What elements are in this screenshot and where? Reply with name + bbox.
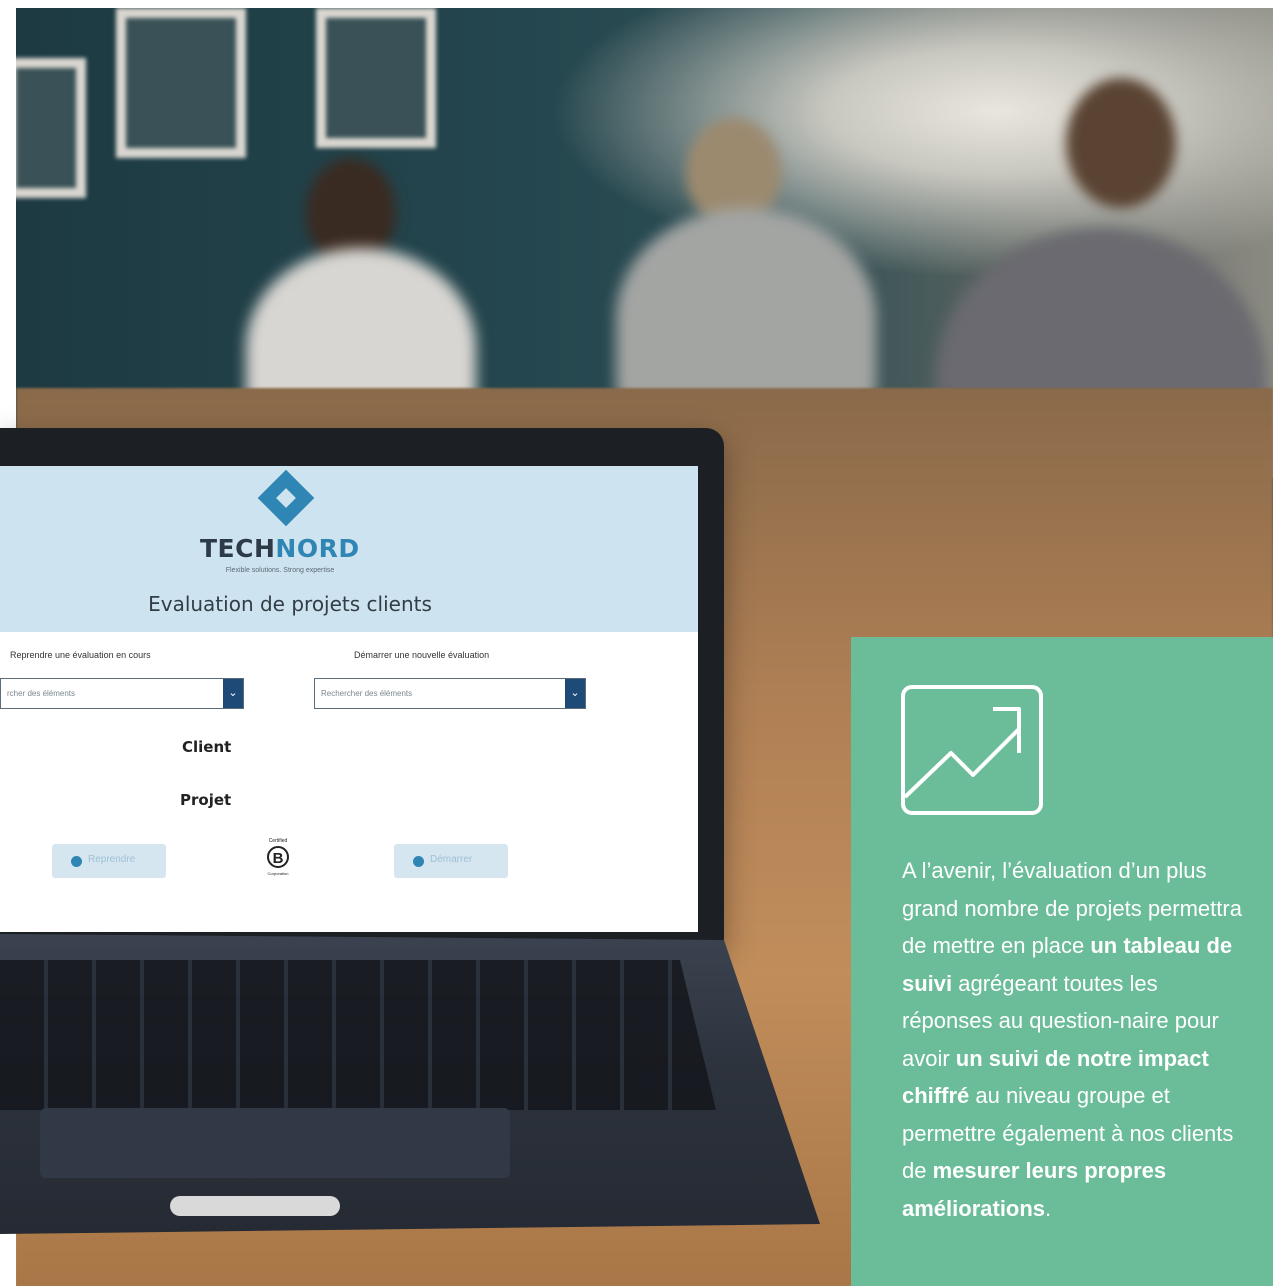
button-bullet-icon xyxy=(413,856,424,867)
chevron-down-icon[interactable]: ⌄ xyxy=(565,679,585,708)
bcorp-b-icon: B xyxy=(267,846,289,868)
resume-search-select[interactable]: rcher des éléments ⌄ xyxy=(0,678,244,709)
resume-evaluation-label: Reprendre une évaluation en cours xyxy=(10,650,151,660)
panel-paragraph: A l’avenir, l’évaluation d’un plus grand… xyxy=(902,852,1252,1227)
technord-logo-icon xyxy=(257,469,315,527)
start-button[interactable]: Démarrer xyxy=(394,844,508,878)
panel-text-emphasis: mesurer leurs propres améliorations xyxy=(902,1158,1167,1221)
panel-text-run: . xyxy=(1045,1195,1052,1221)
page-title: Evaluation de projets clients xyxy=(148,592,432,616)
start-search-placeholder: Rechercher des éléments xyxy=(321,689,413,698)
chevron-down-icon[interactable]: ⌄ xyxy=(223,679,243,708)
trending-up-icon xyxy=(901,685,1043,815)
brand-text-part1: TECH xyxy=(200,534,276,563)
start-search-select[interactable]: Rechercher des éléments ⌄ xyxy=(314,678,586,709)
resume-button[interactable]: Reprendre xyxy=(52,844,166,878)
wall-picture-frame xyxy=(116,8,246,158)
brand-tagline: Flexible solutions. Strong expertise xyxy=(225,567,335,574)
bcorp-corporation-text: Corporation xyxy=(267,871,289,876)
bcorp-certified-text: Certified xyxy=(268,838,288,844)
wall-picture-frame xyxy=(16,58,86,198)
resume-search-placeholder: rcher des éléments xyxy=(7,689,76,698)
start-evaluation-label: Démarrer une nouvelle évaluation xyxy=(354,650,490,660)
bcorp-logo: Certified B Corporation xyxy=(262,838,294,876)
screen-header: TECHNORD Flexible solutions. Strong expe… xyxy=(0,466,698,632)
start-button-label: Démarrer xyxy=(430,854,473,865)
laptop-trackpad xyxy=(40,1108,510,1178)
person-head xyxy=(1066,78,1176,208)
laptop-front-edge xyxy=(170,1196,340,1216)
laptop-keyboard xyxy=(0,960,716,1110)
brand-text-part2: NORD xyxy=(275,534,360,563)
laptop-screen: TECHNORD Flexible solutions. Strong expe… xyxy=(0,466,698,932)
wall-picture-frame xyxy=(316,8,436,148)
info-panel: A l’avenir, l’évaluation d’un plus grand… xyxy=(851,637,1273,1286)
projet-label: Projet xyxy=(180,791,232,809)
resume-button-label: Reprendre xyxy=(88,854,136,865)
client-label: Client xyxy=(182,738,232,756)
brand-logo-text: TECHNORD xyxy=(200,534,360,563)
button-bullet-icon xyxy=(71,856,82,867)
